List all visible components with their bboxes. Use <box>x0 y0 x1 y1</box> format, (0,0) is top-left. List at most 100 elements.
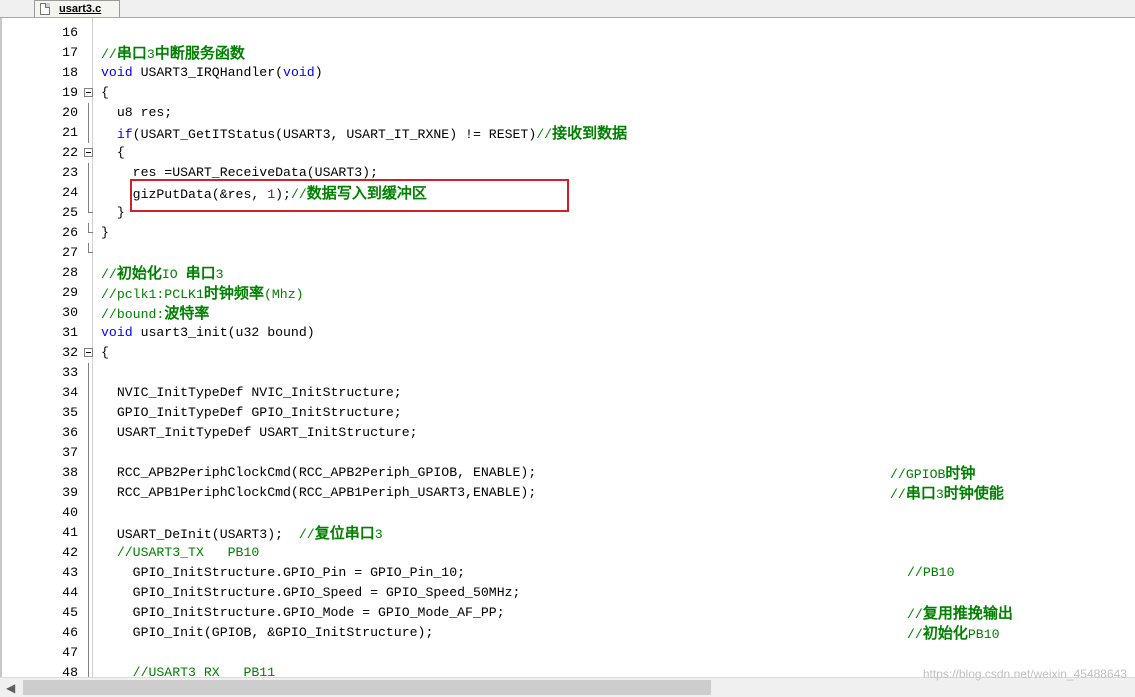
code-line[interactable]: 44 GPIO_InitStructure.GPIO_Speed = GPIO_… <box>2 583 1135 603</box>
line-number: 24 <box>62 185 78 200</box>
code-line[interactable]: 17 //串口3中断服务函数 <box>2 43 1135 63</box>
code-line[interactable]: 47 <box>2 643 1135 663</box>
code-text: { <box>101 145 125 160</box>
line-number: 34 <box>62 385 78 400</box>
code-line[interactable]: 16 <box>2 23 1135 43</box>
code-line[interactable]: 42 //USART3_TX PB10 <box>2 543 1135 563</box>
code-text: if(USART_GetITStatus(USART3, USART_IT_RX… <box>116 124 628 142</box>
fold-guide <box>88 363 89 383</box>
code-text: //pclk1:PCLK1时钟频率(Mhz) <box>101 284 304 302</box>
code-text: } <box>101 205 125 220</box>
line-number: 18 <box>62 65 78 80</box>
code-line[interactable]: 28 //初始化IO 串口3 <box>2 263 1135 283</box>
scrollbar-thumb[interactable] <box>23 680 711 695</box>
code-text: void usart3_init(u32 bound) <box>101 325 315 340</box>
code-text: { <box>101 85 109 100</box>
code-line[interactable]: 19 { <box>2 83 1135 103</box>
fold-guide <box>88 523 89 543</box>
line-number: 27 <box>62 245 78 260</box>
code-line[interactable]: 45 GPIO_InitStructure.GPIO_Mode = GPIO_M… <box>2 603 1135 623</box>
code-line[interactable]: 36 USART_InitTypeDef USART_InitStructure… <box>2 423 1135 443</box>
code-line[interactable]: 29 //pclk1:PCLK1时钟频率(Mhz) <box>2 283 1135 303</box>
code-line[interactable]: 39 RCC_APB1PeriphClockCmd(RCC_APB1Periph… <box>2 483 1135 503</box>
code-line[interactable]: 26} <box>2 223 1135 243</box>
watermark: https://blog.csdn.net/weixin_45488643 <box>922 667 1127 681</box>
fold-guide <box>88 543 89 563</box>
code-lines: 16 17 //串口3中断服务函数 18 void USART3_IRQHandler(… <box>2 23 1135 677</box>
line-number: 28 <box>62 265 78 280</box>
line-number: 25 <box>62 205 78 220</box>
code-line[interactable]: 38 RCC_APB2PeriphClockCmd(RCC_APB2Periph… <box>2 463 1135 483</box>
code-line[interactable]: 34 NVIC_InitTypeDef NVIC_InitStructure; <box>2 383 1135 403</box>
fold-minus-icon[interactable] <box>84 88 93 97</box>
line-number: 47 <box>62 645 78 660</box>
fold-guide <box>88 463 89 483</box>
fold-guide <box>88 603 89 623</box>
fold-minus-icon[interactable] <box>84 148 93 157</box>
line-number: 36 <box>62 425 78 440</box>
fold-guide <box>88 483 89 503</box>
code-line[interactable]: 20 u8 res; <box>2 103 1135 123</box>
code-line[interactable]: 41 USART_DeInit(USART3); //复位串口3 <box>2 523 1135 543</box>
line-number: 29 <box>62 285 78 300</box>
code-line[interactable]: 32 { <box>2 343 1135 363</box>
fold-end-guide <box>88 243 93 253</box>
code-text: GPIO_InitTypeDef GPIO_InitStructure; <box>101 405 402 420</box>
fold-guide <box>88 503 89 523</box>
code-text: //bound:波特率 <box>101 304 210 322</box>
code-line[interactable]: 43 GPIO_InitStructure.GPIO_Pin = GPIO_Pi… <box>2 563 1135 583</box>
editor-tab-bar: usart3.c <box>0 0 1135 18</box>
tab-usart3-c[interactable]: usart3.c <box>34 0 120 17</box>
tab-label: usart3.c <box>59 3 102 15</box>
trailing-comment: //串口3时钟使能 <box>890 484 1004 502</box>
fold-guide <box>88 443 89 463</box>
line-number: 42 <box>62 545 78 560</box>
code-line[interactable]: 33 <box>2 363 1135 383</box>
code-line[interactable]: 37 <box>2 443 1135 463</box>
trailing-comment: //GPIOB时钟 <box>890 464 976 482</box>
code-line[interactable]: 21 if(USART_GetITStatus(USART3, USART_IT… <box>2 123 1135 143</box>
code-text: RCC_APB1PeriphClockCmd(RCC_APB1Periph_US… <box>101 485 537 500</box>
fold-guide <box>88 563 89 583</box>
code-text: //串口3中断服务函数 <box>101 44 245 62</box>
code-line[interactable]: 27 <box>2 243 1135 263</box>
code-editor[interactable]: 16 17 //串口3中断服务函数 18 void USART3_IRQHandler(… <box>0 18 1135 677</box>
code-line[interactable]: 30 //bound:波特率 <box>2 303 1135 323</box>
code-line[interactable]: 18 void USART3_IRQHandler(void) <box>2 63 1135 83</box>
code-text: } <box>101 225 109 240</box>
code-line[interactable]: 46 GPIO_Init(GPIOB, &GPIO_InitStructure)… <box>2 623 1135 643</box>
line-number: 32 <box>62 345 78 360</box>
line-number: 30 <box>62 305 78 320</box>
code-text: GPIO_InitStructure.GPIO_Speed = GPIO_Spe… <box>101 585 521 600</box>
trailing-comment: //PB10 <box>907 565 955 580</box>
fold-end-guide <box>88 203 93 213</box>
code-text: //USART3_RX PB11 <box>132 665 276 677</box>
line-number: 20 <box>62 105 78 120</box>
fold-guide <box>88 583 89 603</box>
fold-minus-icon[interactable] <box>84 348 93 357</box>
line-number: 43 <box>62 565 78 580</box>
code-text: u8 res; <box>101 105 173 120</box>
scroll-left-arrow-icon[interactable]: ◀ <box>6 681 15 695</box>
line-number: 26 <box>62 225 78 240</box>
line-number: 44 <box>62 585 78 600</box>
trailing-comment: //初始化PB10 <box>907 624 1000 642</box>
code-text: //USART3_TX PB10 <box>116 545 260 560</box>
fold-guide <box>88 383 89 403</box>
fold-guide <box>88 183 89 203</box>
line-number: 16 <box>62 25 78 40</box>
fold-guide <box>88 123 89 143</box>
code-text: USART_DeInit(USART3); //复位串口3 <box>101 524 383 542</box>
highlight-annotation-box <box>130 179 569 212</box>
code-line[interactable]: 31 void usart3_init(u32 bound) <box>2 323 1135 343</box>
line-number: 33 <box>62 365 78 380</box>
line-number: 17 <box>62 45 78 60</box>
line-number: 45 <box>62 605 78 620</box>
code-text: GPIO_Init(GPIOB, &GPIO_InitStructure); <box>101 625 434 640</box>
code-line[interactable]: 40 <box>2 503 1135 523</box>
fold-guide <box>88 623 89 643</box>
code-line[interactable]: 35 GPIO_InitTypeDef GPIO_InitStructure; <box>2 403 1135 423</box>
code-line[interactable]: 22 { <box>2 143 1135 163</box>
fold-end-guide <box>88 223 93 233</box>
line-number: 22 <box>62 145 78 160</box>
